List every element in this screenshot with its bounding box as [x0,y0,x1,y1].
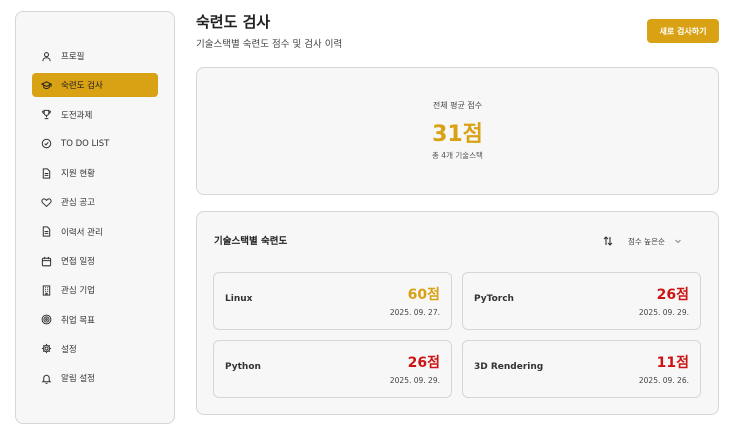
sidebar-item-todo-list[interactable]: TO DO LIST [32,132,158,156]
calendar-icon [40,255,52,267]
sidebar-nav: 프로필 숙련도 검사 도전과제 TO DO LIST 지원 현황 관심 공고 이… [32,44,158,396]
skill-name: PyTorch [474,294,514,304]
graduation-cap-icon [40,79,52,91]
sidebar-item-label: 지원 현황 [61,169,95,180]
sidebar-item-label: 이력서 관리 [61,227,103,238]
sidebar-item-label: 취업 목표 [61,315,95,326]
sidebar-item-label: 도전과제 [61,110,93,121]
skill-score: 26점 [656,287,689,303]
skill-card[interactable]: PyTorch 26점 2025. 09. 29. [462,272,701,330]
sidebar-item-notification-settings[interactable]: 알림 설정 [32,366,158,390]
sidebar-item-label: TO DO LIST [61,138,110,149]
bell-icon [40,372,52,384]
sidebar-item-saved-companies[interactable]: 관심 기업 [32,278,158,302]
sidebar-item-label: 면접 일정 [61,257,95,268]
sidebar-item-challenges[interactable]: 도전과제 [32,103,158,127]
skill-proficiency-card: 기술스택별 숙련도 점수 높은순 Linux 60점 2025. 09. 27.… [196,211,719,415]
sidebar-item-proficiency-test[interactable]: 숙련도 검사 [32,73,158,98]
sidebar-item-applications[interactable]: 지원 현황 [32,161,158,185]
heart-icon [40,196,52,208]
skill-card[interactable]: 3D Rendering 11점 2025. 09. 26. [462,340,701,398]
document-icon [40,167,52,179]
average-score-label: 전체 평균 점수 [432,101,483,110]
skill-score: 11점 [656,355,689,371]
new-test-button[interactable]: 새로 검사하기 [647,19,719,43]
skill-proficiency-title: 기술스택별 숙련도 [214,236,288,247]
sidebar-item-profile[interactable]: 프로필 [32,44,158,68]
skill-name: Linux [225,294,253,304]
page-title: 숙련도 검사 [196,13,271,31]
average-score-value: 31점 [432,122,483,147]
sidebar-item-label: 숙련도 검사 [61,81,103,92]
skill-test-date: 2025. 09. 27. [389,308,440,317]
skill-card[interactable]: Linux 60점 2025. 09. 27. [213,272,452,330]
skill-card[interactable]: Python 26점 2025. 09. 29. [213,340,452,398]
sidebar-item-saved-postings[interactable]: 관심 공고 [32,190,158,214]
sidebar-item-label: 관심 기업 [61,286,95,297]
sort-control[interactable]: 점수 높은순 [602,231,682,251]
check-circle-icon [40,138,52,150]
sort-arrows-icon[interactable] [602,235,614,247]
user-icon [40,50,52,62]
trophy-icon [40,109,52,121]
page-subtitle: 기술스택별 숙련도 점수 및 검사 이력 [196,39,343,50]
document-icon [40,226,52,238]
skill-test-date: 2025. 09. 29. [638,308,689,317]
skill-score: 26점 [407,355,440,371]
sidebar-item-career-goals[interactable]: 취업 목표 [32,308,158,332]
sidebar-item-label: 프로필 [61,52,85,62]
skill-name: 3D Rendering [474,362,544,372]
gear-icon [40,343,52,355]
sort-select[interactable]: 점수 높은순 [628,236,682,247]
sidebar-item-interview-schedule[interactable]: 면접 일정 [32,249,158,273]
sidebar: 프로필 숙련도 검사 도전과제 TO DO LIST 지원 현황 관심 공고 이… [15,11,175,424]
sidebar-item-settings[interactable]: 설정 [32,337,158,361]
sidebar-item-resume-management[interactable]: 이력서 관리 [32,220,158,244]
target-icon [40,314,52,326]
skill-name: Python [225,362,261,372]
chevron-down-icon [674,237,682,245]
sidebar-item-label: 관심 공고 [61,198,95,209]
building-icon [40,284,52,296]
skill-count-text: 총 4개 기술스택 [432,151,483,160]
sidebar-item-label: 설정 [61,344,77,355]
average-score-card: 전체 평균 점수 31점 총 4개 기술스택 [196,67,719,195]
sort-select-value: 점수 높은순 [628,236,665,246]
skill-score: 60점 [407,287,440,303]
sidebar-item-label: 알림 설정 [61,374,95,385]
skill-test-date: 2025. 09. 26. [638,376,689,385]
skill-test-date: 2025. 09. 29. [389,376,440,385]
